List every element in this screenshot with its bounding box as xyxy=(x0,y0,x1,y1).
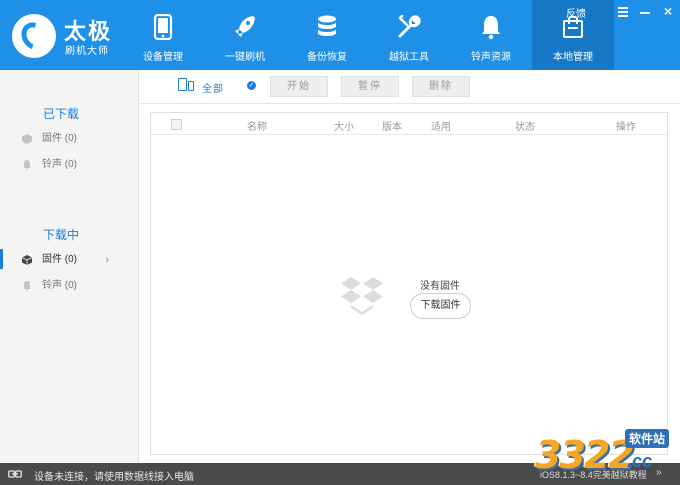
nav-jailbreak-tools[interactable]: 越狱工具 xyxy=(368,0,450,70)
downloaded-section: 已下载 固件 (0) 铃声 (0) xyxy=(0,105,139,178)
nav-label: 一键刷机 xyxy=(225,52,265,63)
sidebar-item-downloading-firmware[interactable]: 固件 (0) › xyxy=(0,247,139,273)
menu-icon[interactable] xyxy=(614,4,634,20)
sidebar-item-downloading-ringtone[interactable]: 铃声 (0) xyxy=(0,273,139,299)
start-button[interactable]: 开始 xyxy=(270,76,328,97)
sidebar-item-label: 铃声 (0) xyxy=(42,159,77,170)
pause-button[interactable]: 暂停 xyxy=(341,76,399,97)
check-circle-icon[interactable]: ✓ xyxy=(247,81,256,90)
wrench-icon xyxy=(398,14,421,38)
sidebar-item-label: 铃声 (0) xyxy=(42,280,77,291)
delete-button[interactable]: 删除 xyxy=(412,76,470,97)
download-list-panel: 名称 大小 版本 适用 状态 操作 没有固件 下载固件 xyxy=(150,112,668,455)
cube-icon xyxy=(22,255,32,265)
sidebar-item-label: 固件 (0) xyxy=(42,133,77,144)
sidebar-item-label: 固件 (0) xyxy=(42,254,77,265)
app-logo: 太极 刷机大师 xyxy=(12,14,132,58)
nav-one-key-flash[interactable]: 一键刷机 xyxy=(204,0,286,70)
empty-state: 没有固件 下载固件 xyxy=(151,113,667,454)
taiji-logo-icon xyxy=(12,14,56,58)
site-watermark: 3322 软件站 .cc xyxy=(530,425,680,485)
nav-label: 越狱工具 xyxy=(389,52,429,63)
phone-icon xyxy=(153,14,173,40)
nav-label: 铃声资源 xyxy=(471,52,511,63)
devices-icon xyxy=(178,78,194,92)
app-header: 太极 刷机大师 设备管理 一键刷机 备份恢复 越狱工具 铃声资源 本地管理 反馈… xyxy=(0,0,680,70)
watermark-cn: 软件站 xyxy=(625,429,670,448)
downloaded-title: 已下载 xyxy=(43,107,80,121)
nav-label: 备份恢复 xyxy=(307,52,347,63)
feedback-link[interactable]: 反馈 xyxy=(566,5,586,20)
bell-icon xyxy=(23,160,31,170)
watermark-cc: .cc xyxy=(627,451,653,471)
download-firmware-button[interactable]: 下载固件 xyxy=(410,293,471,319)
minimize-icon[interactable] xyxy=(636,4,656,20)
empty-message: 没有固件 xyxy=(420,281,460,292)
nav-label: 设备管理 xyxy=(143,52,183,63)
window-controls: 反馈 × xyxy=(566,4,680,20)
connection-status: 设备未连接，请使用数据线接入电脑 xyxy=(34,472,194,483)
sidebar-item-downloaded-ringtone[interactable]: 铃声 (0) xyxy=(0,152,139,178)
database-icon xyxy=(318,15,336,36)
filter-all[interactable]: 全部 xyxy=(202,80,224,95)
nav-label: 本地管理 xyxy=(553,52,593,63)
nav-ringtones[interactable]: 铃声资源 xyxy=(450,0,532,70)
bell-icon xyxy=(482,16,500,40)
downloading-title: 下载中 xyxy=(43,228,80,242)
watermark-number: 3322 xyxy=(535,433,635,477)
nav-device-manage[interactable]: 设备管理 xyxy=(122,0,204,70)
link-icon xyxy=(8,470,22,478)
sidebar: 已下载 固件 (0) 铃声 (0) 下载中 固件 (0) › 铃声 (0) xyxy=(0,70,139,463)
sidebar-item-downloaded-firmware[interactable]: 固件 (0) xyxy=(0,126,139,152)
empty-box-icon xyxy=(341,277,383,315)
app-subtitle: 刷机大师 xyxy=(65,46,109,57)
downloading-section: 下载中 固件 (0) › 铃声 (0) xyxy=(0,226,139,299)
bell-icon xyxy=(23,281,31,291)
main-nav: 设备管理 一键刷机 备份恢复 越狱工具 铃声资源 本地管理 xyxy=(122,0,614,70)
chevron-right-icon: › xyxy=(105,254,109,266)
cube-icon xyxy=(22,134,32,144)
toolbar: 全部 ✓ 开始 暂停 删除 xyxy=(140,70,680,104)
close-icon[interactable]: × xyxy=(658,4,678,20)
rocket-icon xyxy=(235,16,255,37)
nav-backup-restore[interactable]: 备份恢复 xyxy=(286,0,368,70)
